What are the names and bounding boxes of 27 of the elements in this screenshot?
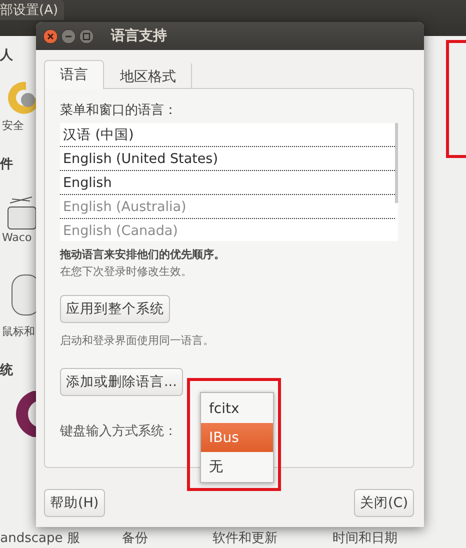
add-remove-button[interactable]: 添加或删除语言...: [60, 368, 183, 396]
tab[interactable]: 语言: [44, 60, 104, 89]
settings-label[interactable]: andscape 服: [0, 529, 80, 547]
close-icon[interactable]: [43, 28, 58, 44]
menu-option[interactable]: fcitx: [201, 394, 273, 423]
settings-label[interactable]: 备份: [80, 529, 190, 547]
note-text: 启动和登录界面使用同一语言。: [60, 333, 215, 348]
settings-label[interactable]: 安全: [0, 118, 24, 133]
close-button[interactable]: 关闭(C): [354, 489, 414, 517]
menu-tab[interactable]: 部设置(A): [0, 0, 64, 20]
settings-label[interactable]: 鼠标和: [0, 324, 35, 339]
window-title: 语言支持: [111, 27, 167, 45]
list-label: 菜单和窗口的语言：: [60, 102, 178, 119]
input-method-label: 键盘输入方式系统：: [60, 423, 177, 440]
settings-label[interactable]: 软件和更新: [190, 529, 300, 547]
apply-button[interactable]: 应用到整个系统: [60, 295, 170, 323]
menu-option[interactable]: 无: [201, 452, 273, 481]
settings-label[interactable]: Waco: [0, 231, 32, 244]
maximize-icon[interactable]: [79, 28, 94, 44]
minimize-icon[interactable]: [61, 28, 76, 44]
help-button[interactable]: 帮助(H): [44, 489, 105, 517]
hint-text: 在您下次登录时修改生效。: [60, 264, 193, 279]
section-heading: 统: [0, 362, 13, 379]
scrollbar-thumb[interactable]: [395, 123, 398, 203]
settings-label[interactable]: 时间和日期: [300, 529, 430, 547]
hint-text: 拖动语言来安排他们的优先顺序。: [60, 247, 226, 262]
section-heading: 人: [0, 47, 13, 64]
